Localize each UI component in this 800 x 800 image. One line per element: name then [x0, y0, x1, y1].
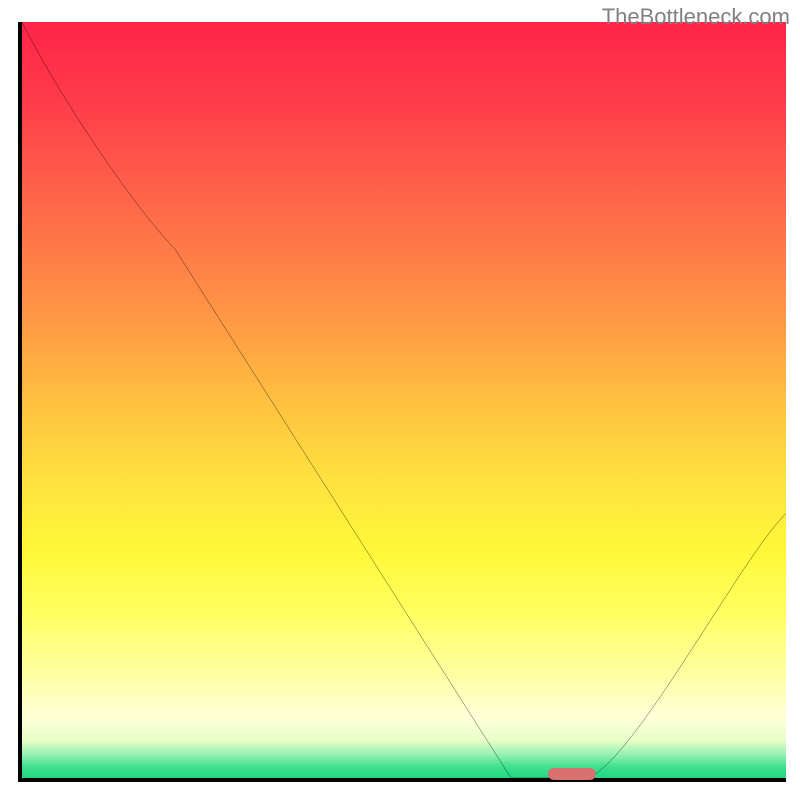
watermark-text: TheBottleneck.com	[602, 4, 790, 30]
chart-container: TheBottleneck.com	[0, 0, 800, 800]
bottleneck-curve	[22, 22, 786, 778]
optimal-marker	[548, 768, 596, 780]
plot-area	[18, 22, 786, 782]
